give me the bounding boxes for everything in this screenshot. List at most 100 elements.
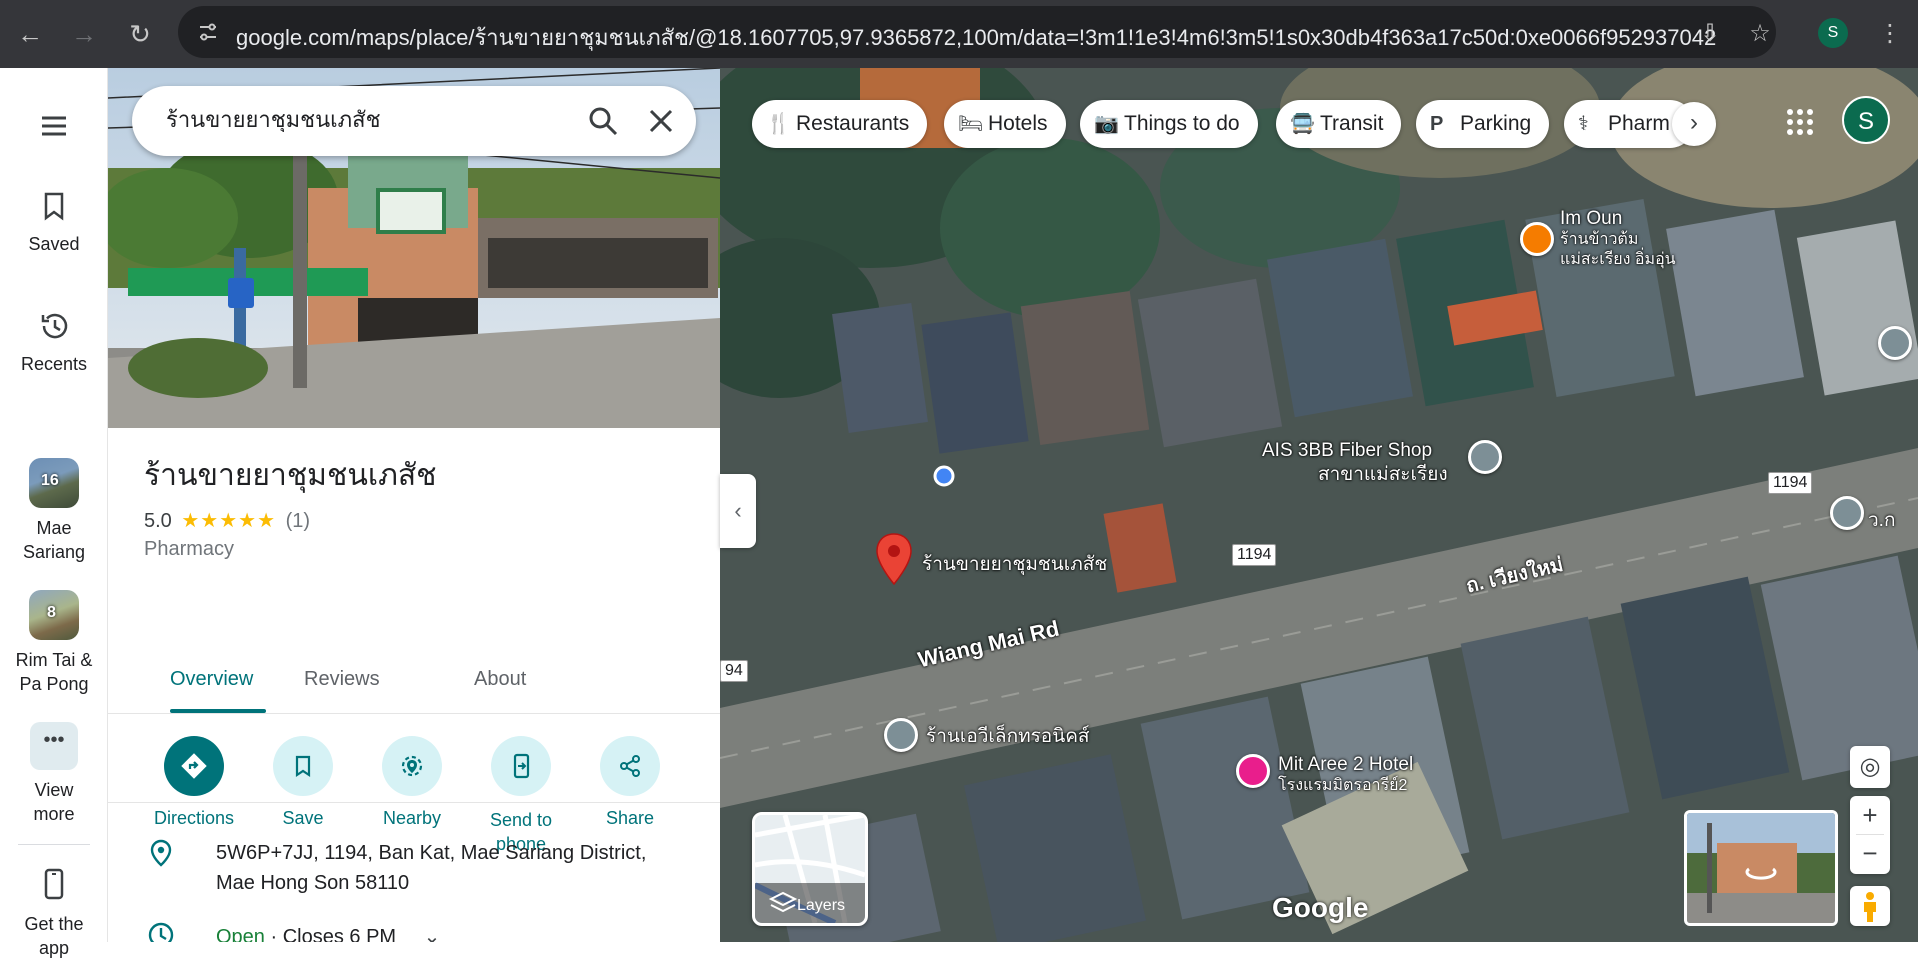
chip-restaurants[interactable]: 🍴 Restaurants (752, 100, 928, 148)
address-bar[interactable]: google.com/maps/place/ร้านขายยาชุมชนเภสั… (178, 6, 1776, 58)
send-to-phone-icon (491, 736, 551, 796)
opening-hours[interactable]: Open · Closes 6 PM ⌄ (216, 924, 440, 942)
place-thumbnail: 16 (29, 458, 79, 508)
selected-place-label[interactable]: ร้านขายยาชุมชนเภสัช (922, 554, 1107, 576)
directions-button[interactable]: Directions (139, 736, 249, 829)
url-text: google.com/maps/place/ร้านขายยาชุมชนเภสั… (236, 25, 1716, 50)
layers-button[interactable]: Layers (752, 812, 868, 926)
menu-button[interactable] (0, 106, 108, 154)
layers-label: Layers (797, 897, 846, 914)
chip-label: Pharm (1608, 112, 1670, 135)
saved-label: Saved (28, 234, 80, 254)
poi-label-im-oun[interactable]: Im Oun (1560, 208, 1622, 230)
place-category[interactable]: Pharmacy (144, 538, 234, 561)
site-info-icon[interactable] (196, 20, 220, 44)
section-divider (108, 802, 720, 803)
forward-icon[interactable]: → (64, 14, 104, 54)
install-app-icon[interactable]: ⇩ (1692, 16, 1728, 52)
place-tabs: Overview Reviews About (108, 648, 720, 714)
get-app-button[interactable]: Get the app (0, 864, 108, 960)
tab-reviews[interactable]: Reviews (304, 668, 380, 691)
chip-things-to-do[interactable]: 📷 Things to do (1080, 100, 1258, 148)
more-horiz-icon: ••• (30, 722, 78, 770)
share-label: Share (605, 808, 655, 828)
close-icon[interactable] (644, 104, 678, 138)
street-view-preview[interactable] (1684, 810, 1838, 926)
poi-label-hotel-thai[interactable]: โรงแรมมิตรอารีย์2 (1278, 776, 1407, 796)
clock-icon (148, 922, 174, 942)
chip-label: Hotels (988, 112, 1048, 135)
browser-menu-icon[interactable]: ⋮ (1872, 16, 1908, 52)
recents-button[interactable]: Recents (0, 306, 108, 375)
closing-time: · Closes 6 PM (264, 926, 397, 942)
bookmark-icon (273, 736, 333, 796)
rating-stars: ★★★★★ (181, 510, 277, 532)
poi-label-hotel[interactable]: Mit Aree 2 Hotel (1278, 754, 1413, 776)
tab-overview[interactable]: Overview (170, 668, 253, 691)
chip-parking[interactable]: P Parking (1416, 100, 1550, 148)
open-status: Open (216, 926, 265, 942)
reload-icon[interactable]: ↻ (120, 14, 160, 54)
selected-place-pin-icon[interactable] (874, 532, 914, 586)
collapse-panel-button[interactable]: ‹ (720, 474, 756, 548)
bookmark-star-icon[interactable]: ☆ (1742, 16, 1778, 52)
poi-label-im-oun-thai-2[interactable]: แม่สะเรียง อิ่มอุ่น (1560, 250, 1676, 270)
recent-place-mae-sariang[interactable]: 16 Mae Sariang (0, 458, 108, 564)
search-icon[interactable] (586, 104, 620, 138)
poi-label-edge[interactable]: ว.ก (1868, 510, 1895, 532)
account-avatar[interactable]: S (1842, 96, 1890, 144)
rating-value: 5.0 (144, 510, 172, 532)
pegman-icon[interactable] (1850, 886, 1890, 926)
recent-place-rim-tai[interactable]: 8 Rim Tai & Pa Pong (0, 590, 108, 696)
shop-poi-icon[interactable] (1468, 440, 1502, 474)
review-count[interactable]: (1) (286, 510, 310, 532)
hamburger-menu-icon (42, 116, 66, 136)
poi-label-ais-thai[interactable]: สาขาแม่สะเรียง (1318, 464, 1448, 486)
left-rail: Saved Recents 16 Mae Sariang 8 Rim Tai &… (0, 68, 108, 958)
chevron-down-icon[interactable]: ⌄ (424, 926, 441, 942)
chevron-right-icon[interactable]: › (1672, 102, 1716, 146)
saved-button[interactable]: Saved (0, 186, 108, 255)
google-apps-icon[interactable] (1780, 102, 1820, 142)
nearby-icon (382, 736, 442, 796)
photo-count-badge: 8 (47, 604, 56, 621)
share-icon (600, 736, 660, 796)
photo-count-badge: 16 (41, 472, 59, 489)
place-address[interactable]: 5W6P+7JJ, 1194, Ban Kat, Mae Sariang Dis… (216, 838, 686, 898)
view-more-button[interactable]: ••• View more (0, 722, 108, 826)
restaurant-poi-icon[interactable] (1520, 222, 1554, 256)
place-hero-photo[interactable] (108, 68, 720, 428)
history-icon (41, 313, 68, 339)
fork-knife-icon: 🍴 (766, 113, 791, 135)
save-label: Save (282, 808, 324, 828)
hotel-poi-icon[interactable] (1236, 754, 1270, 788)
generic-poi-icon[interactable] (1878, 326, 1912, 360)
zoom-out-icon[interactable]: − (1850, 835, 1890, 873)
camera-icon: 📷 (1094, 113, 1119, 135)
chip-hotels[interactable]: 🛏 Hotels (944, 100, 1066, 148)
share-button[interactable]: Share (575, 736, 685, 829)
save-button[interactable]: Save (248, 736, 358, 829)
directions-icon (164, 736, 224, 796)
nearby-button[interactable]: Nearby (357, 736, 467, 829)
route-shield: 1194 (1768, 472, 1813, 494)
shop-poi-icon[interactable] (884, 718, 918, 752)
browser-profile-avatar[interactable]: S (1818, 18, 1848, 48)
zoom-in-icon[interactable]: + (1850, 796, 1890, 834)
bed-icon: 🛏 (958, 113, 984, 135)
street-view-image (1687, 813, 1835, 923)
chip-label: Restaurants (796, 112, 910, 135)
poi-label-ais[interactable]: AIS 3BB Fiber Shop (1262, 440, 1432, 462)
get-app-label: Get the app (24, 914, 84, 958)
my-location-icon[interactable]: ◎ (1850, 746, 1890, 788)
rating-row[interactable]: 5.0 ★★★★★ (1) (144, 508, 310, 533)
poi-label-electronics[interactable]: ร้านเอวีเล็กทรอนิคส์ (926, 726, 1090, 748)
generic-poi-icon[interactable] (1830, 496, 1864, 530)
poi-label-im-oun-thai[interactable]: ร้านข้าวต้ม (1560, 230, 1638, 250)
tab-about[interactable]: About (474, 668, 526, 691)
search-input[interactable] (166, 106, 546, 132)
zoom-controls: + − (1850, 796, 1890, 874)
back-icon[interactable]: ← (10, 14, 50, 54)
chip-transit[interactable]: 🚍 Transit (1276, 100, 1402, 148)
chip-label: Parking (1460, 112, 1532, 135)
